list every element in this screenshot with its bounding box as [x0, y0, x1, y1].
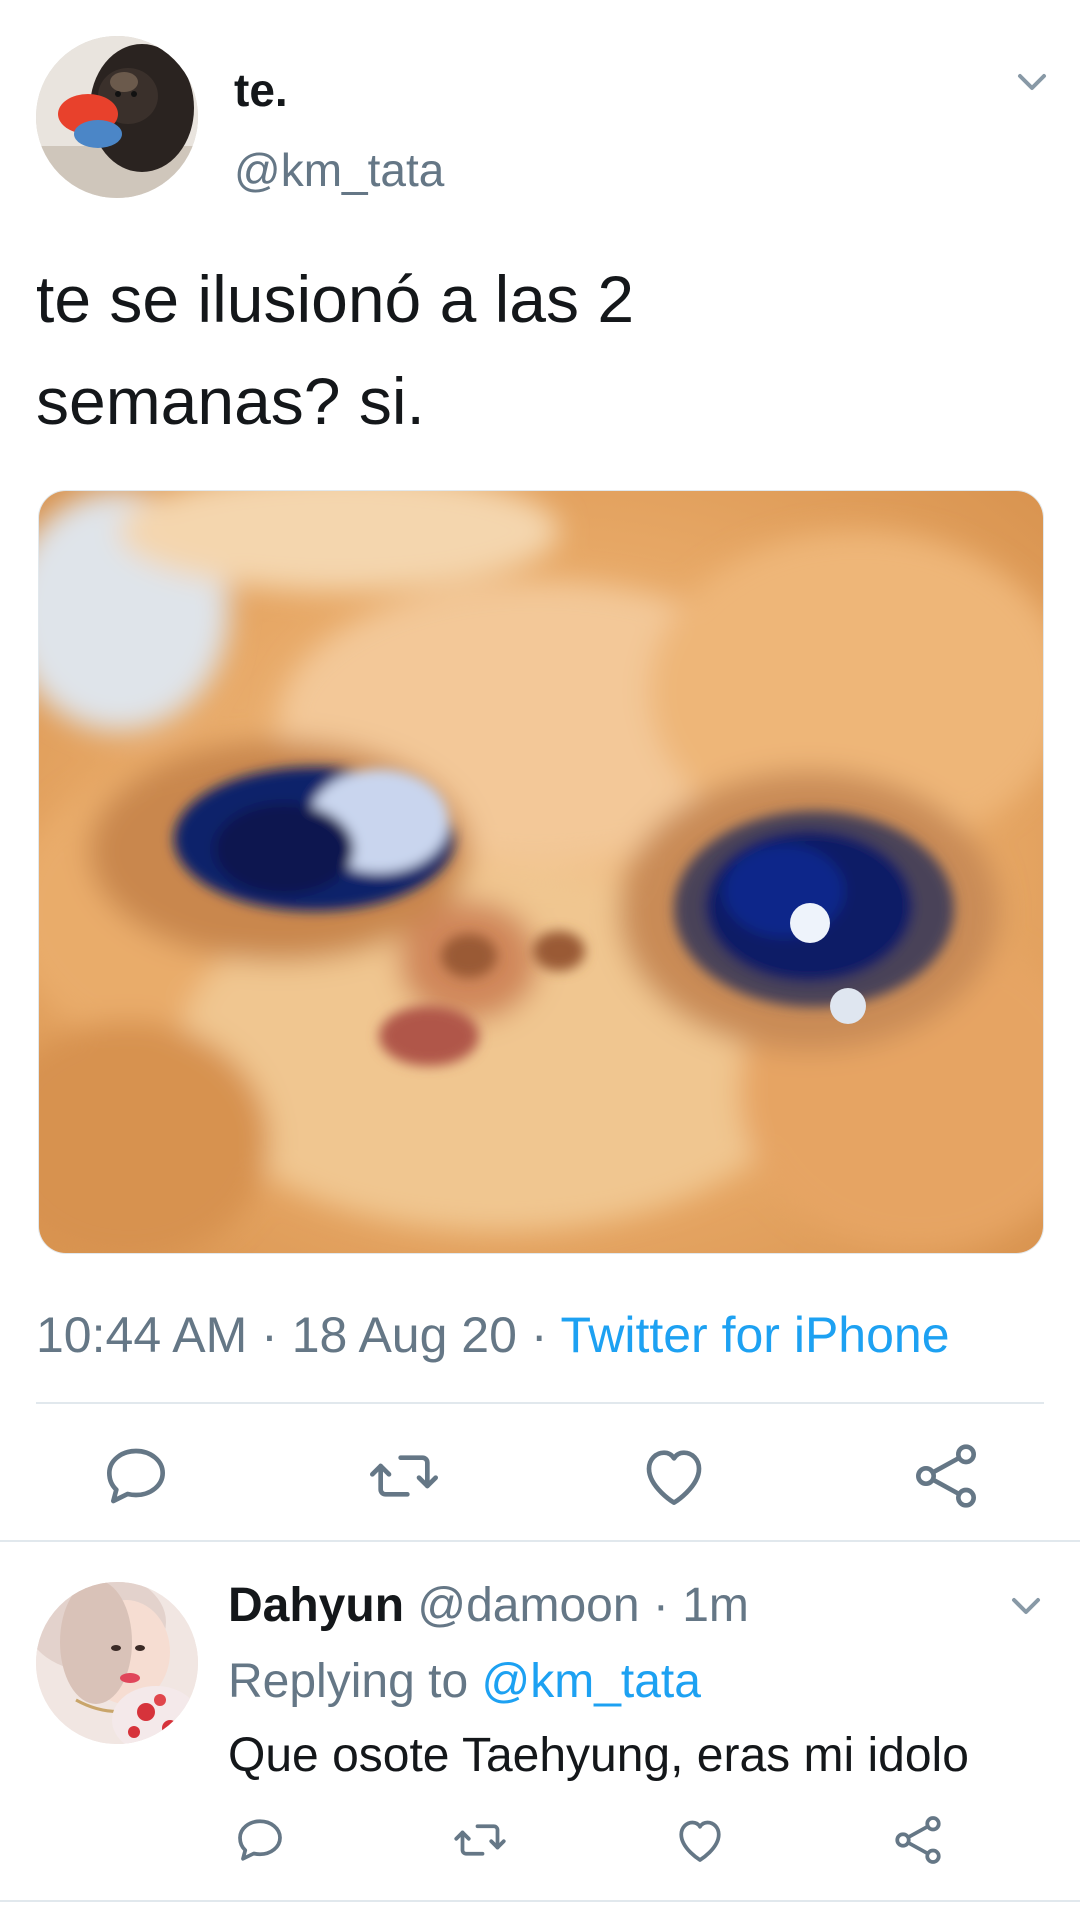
retweet-icon[interactable]	[450, 1810, 510, 1870]
share-icon[interactable]	[906, 1436, 986, 1516]
like-icon[interactable]	[634, 1436, 714, 1516]
tweet-time: 10:44 AM	[36, 1307, 248, 1363]
chevron-down-icon[interactable]	[1012, 62, 1052, 102]
crying-cat-photo	[39, 491, 1043, 1253]
tweet-meta: 10:44 AM · 18 Aug 20 · Twitter for iPhon…	[36, 1300, 950, 1370]
reply-author-handle[interactable]: @damoon	[417, 1579, 639, 1632]
meta-separator: ·	[516, 1307, 561, 1363]
reply-separator: ·	[639, 1579, 683, 1632]
tweet-media[interactable]	[38, 490, 1044, 1254]
replying-to: Replying to @km_tata	[228, 1648, 701, 1716]
like-icon[interactable]	[670, 1810, 730, 1870]
meta-separator: ·	[247, 1307, 292, 1363]
divider	[0, 1900, 1080, 1902]
reply-icon[interactable]	[96, 1436, 176, 1516]
woman-photo-avatar	[36, 1582, 198, 1744]
dog-photo-avatar	[36, 36, 198, 198]
tweet-source-link[interactable]: Twitter for iPhone	[560, 1307, 949, 1363]
author-avatar[interactable]	[36, 36, 198, 198]
author-display-name[interactable]: te.	[234, 60, 288, 120]
tweet-text: te se ilusionó a las 2 semanas? si.	[36, 262, 635, 438]
replying-label: Replying to	[228, 1655, 482, 1708]
divider	[36, 1402, 1044, 1404]
replying-to-mention[interactable]: @km_tata	[481, 1655, 700, 1708]
reply-author-display-name[interactable]: Dahyun	[228, 1579, 404, 1632]
tweet-date: 18 Aug 20	[291, 1307, 517, 1363]
reply-header: Dahyun @damoon · 1m	[228, 1572, 749, 1640]
divider	[0, 1540, 1080, 1542]
retweet-icon[interactable]	[364, 1436, 444, 1516]
author-handle[interactable]: @km_tata	[234, 140, 444, 200]
reply-author-avatar[interactable]	[36, 1582, 198, 1744]
reply-text: Que osote Taehyung, eras mi idolo	[228, 1729, 969, 1782]
chevron-down-icon[interactable]	[1006, 1586, 1046, 1626]
reply-timestamp: 1m	[682, 1579, 749, 1632]
reply-icon[interactable]	[230, 1810, 290, 1870]
share-icon[interactable]	[888, 1810, 948, 1870]
